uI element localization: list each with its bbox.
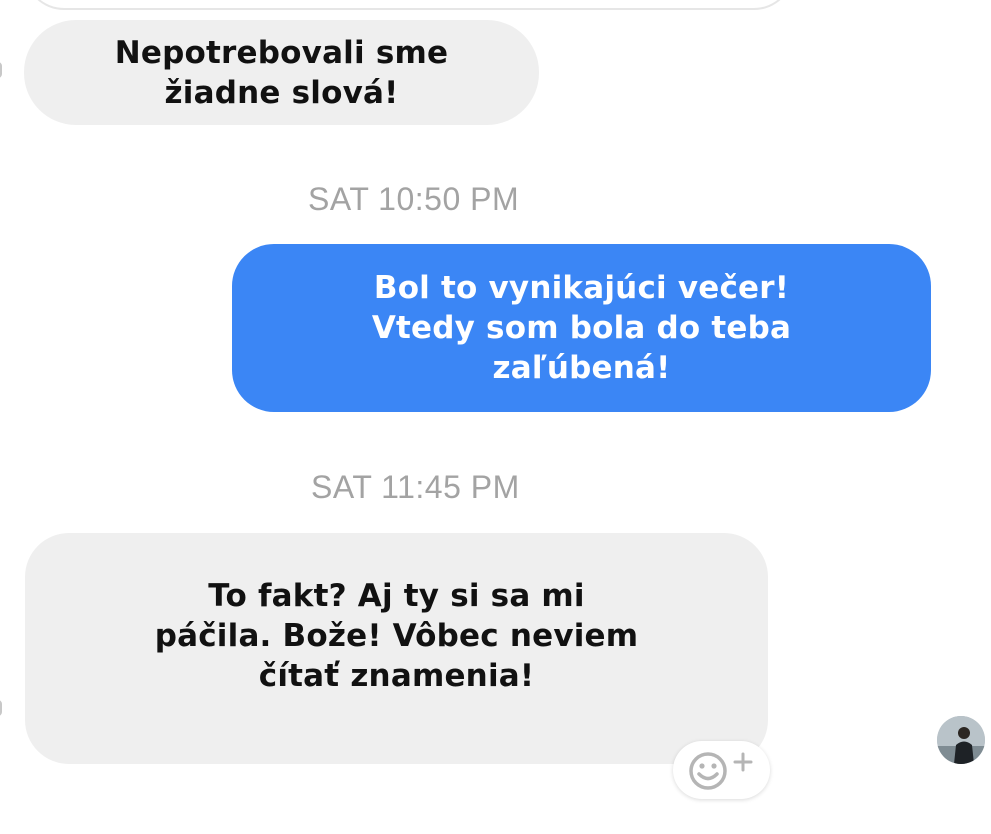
received-message-bubble[interactable]: Nepotrebovali sme žiadne slová! bbox=[24, 20, 539, 125]
smiley-add-icon bbox=[689, 752, 753, 790]
sender-indicator bbox=[0, 62, 2, 78]
sent-message-bubble[interactable]: Bol to vynikajúci večer! Vtedy som bola … bbox=[232, 244, 931, 412]
sender-indicator bbox=[0, 700, 2, 716]
message-timestamp: SAT 10:50 PM bbox=[308, 181, 520, 217]
avatar-photo bbox=[937, 716, 985, 764]
user-avatar[interactable] bbox=[937, 716, 985, 764]
message-timestamp: SAT 11:45 PM bbox=[311, 469, 520, 505]
received-message-bubble[interactable]: To fakt? Aj ty si sa mi páčila. Bože! Vô… bbox=[25, 533, 768, 764]
previous-message-bubble bbox=[24, 0, 794, 10]
add-reaction-button[interactable] bbox=[673, 741, 770, 799]
